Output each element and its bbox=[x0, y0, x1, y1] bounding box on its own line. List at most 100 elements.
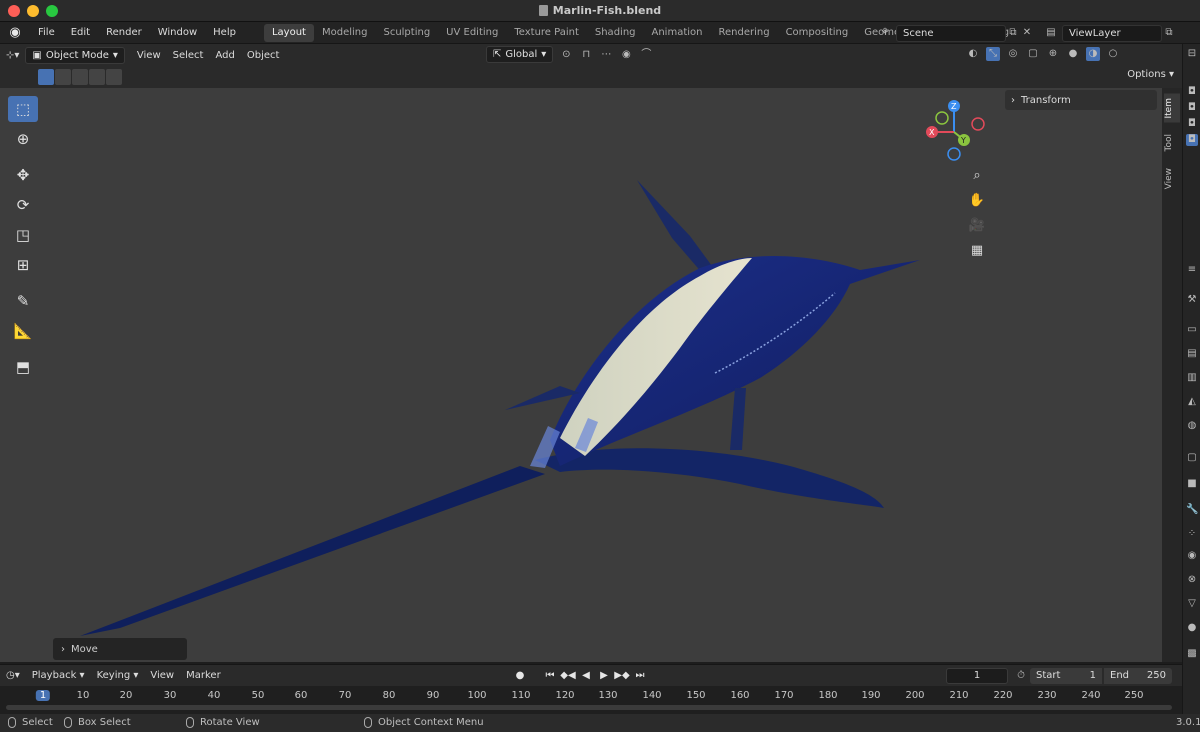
timeline-scrollbar[interactable] bbox=[6, 705, 1172, 710]
proportional-edit-icon[interactable]: ◉ bbox=[619, 48, 633, 62]
menu-keying[interactable]: Keying ▾ bbox=[91, 670, 145, 681]
rotate-tool[interactable]: ⟳ bbox=[8, 192, 38, 218]
timeline-ruler[interactable]: 1 10 20 30 40 50 60 70 80 90 100 110 120… bbox=[0, 686, 1182, 714]
menu-view[interactable]: View bbox=[131, 50, 167, 61]
material-properties-icon[interactable]: ● bbox=[1186, 622, 1198, 634]
particles-properties-icon[interactable]: ⁘ bbox=[1186, 528, 1198, 540]
measure-tool[interactable]: 📐 bbox=[8, 318, 38, 344]
tab-tool[interactable]: Tool bbox=[1164, 130, 1180, 155]
gizmo-toggle-icon[interactable]: ⤡ bbox=[986, 47, 1000, 61]
solid-shading-icon[interactable]: ● bbox=[1066, 47, 1080, 61]
texture-properties-icon[interactable]: ▩ bbox=[1186, 648, 1198, 660]
wireframe-shading-icon[interactable]: ⊕ bbox=[1046, 47, 1060, 61]
menu-object[interactable]: Object bbox=[241, 50, 286, 61]
snap-target-icon[interactable]: ⋯ bbox=[599, 48, 613, 62]
annotate-tool[interactable]: ✎ bbox=[8, 288, 38, 314]
menu-add[interactable]: Add bbox=[209, 50, 240, 61]
scene-name-field[interactable]: Scene bbox=[896, 24, 1006, 42]
tab-shading[interactable]: Shading bbox=[587, 24, 644, 42]
new-scene-icon[interactable]: ⧉ bbox=[1006, 26, 1020, 40]
tab-sculpting[interactable]: Sculpting bbox=[375, 24, 438, 42]
scale-tool[interactable]: ◳ bbox=[8, 222, 38, 248]
3d-viewport[interactable]: ⬚ ⊕ ✥ ⟳ ◳ ⊞ ✎ 📐 ⬒ › Transform Z X Y ⌕ ✋ … bbox=[0, 88, 1162, 662]
camera-view-button[interactable]: 🎥 bbox=[964, 214, 990, 236]
current-frame-field[interactable]: 1 bbox=[946, 668, 1008, 684]
menu-timeline-view[interactable]: View bbox=[144, 670, 180, 681]
data-properties-icon[interactable]: ▽ bbox=[1186, 598, 1198, 610]
tab-item[interactable]: Item bbox=[1164, 94, 1180, 123]
physics-properties-icon[interactable]: ◉ bbox=[1186, 550, 1198, 562]
outliner-icon[interactable]: ⊟ bbox=[1186, 48, 1198, 60]
menu-file[interactable]: File bbox=[30, 27, 63, 38]
menu-marker[interactable]: Marker bbox=[180, 670, 227, 681]
select-new-icon[interactable] bbox=[38, 69, 54, 85]
zoom-window-button[interactable] bbox=[46, 5, 58, 17]
constraints-properties-icon[interactable]: ⊗ bbox=[1186, 574, 1198, 586]
editor-type-icon[interactable]: ⊹▾ bbox=[0, 50, 25, 61]
timeline-tick-current[interactable]: 1 bbox=[35, 690, 51, 701]
camera-restrict-icon[interactable]: ◘ bbox=[1186, 102, 1198, 114]
tab-rendering[interactable]: Rendering bbox=[710, 24, 777, 42]
add-cube-tool[interactable]: ⬒ bbox=[8, 354, 38, 380]
jump-start-icon[interactable]: ⏮ bbox=[542, 669, 558, 683]
properties-toggle-icon[interactable]: ≡ bbox=[1186, 264, 1198, 276]
cursor-tool[interactable]: ⊕ bbox=[8, 126, 38, 152]
camera-restrict-icon[interactable]: ◘ bbox=[1186, 86, 1198, 98]
minimize-window-button[interactable] bbox=[27, 5, 39, 17]
overlay-icon[interactable]: ◎ bbox=[1006, 47, 1020, 61]
camera-restrict-icon[interactable]: ◘ bbox=[1186, 118, 1198, 130]
navigation-gizmo[interactable]: Z X Y bbox=[918, 96, 990, 166]
select-extend-icon[interactable] bbox=[55, 69, 71, 85]
tool-properties-icon[interactable]: ⚒ bbox=[1186, 294, 1198, 306]
modifier-properties-icon[interactable]: 🔧 bbox=[1186, 504, 1198, 516]
prev-keyframe-icon[interactable]: ◆◀ bbox=[560, 669, 576, 683]
jump-end-icon[interactable]: ⏭ bbox=[632, 669, 648, 683]
options-button[interactable]: Options ▾ bbox=[1127, 69, 1174, 80]
scene-properties-icon[interactable]: ◭ bbox=[1186, 396, 1198, 408]
rendered-shading-icon[interactable]: ○ bbox=[1106, 47, 1120, 61]
ortho-toggle-button[interactable]: ▦ bbox=[964, 239, 990, 261]
visibility-icon[interactable]: ◐ bbox=[966, 47, 980, 61]
stopwatch-icon[interactable]: ⏱ bbox=[1014, 669, 1028, 683]
move-tool[interactable]: ✥ bbox=[8, 162, 38, 188]
last-operator-panel[interactable]: › Move bbox=[53, 638, 187, 660]
transform-tool[interactable]: ⊞ bbox=[8, 252, 38, 278]
transform-panel-header[interactable]: › Transform bbox=[1005, 90, 1157, 110]
select-subtract-icon[interactable] bbox=[72, 69, 88, 85]
select-intersect-icon[interactable] bbox=[106, 69, 122, 85]
scene-selector[interactable]: ⚘ Scene ⧉ ✕ bbox=[878, 24, 1036, 42]
camera-restrict-icon[interactable]: ◘ bbox=[1186, 134, 1198, 146]
pan-view-button[interactable]: ✋ bbox=[964, 189, 990, 211]
menu-playback[interactable]: Playback ▾ bbox=[26, 670, 91, 681]
object-properties-icon[interactable]: ■ bbox=[1186, 478, 1198, 490]
falloff-icon[interactable]: ⌒ bbox=[639, 48, 653, 62]
play-reverse-icon[interactable]: ◀ bbox=[578, 669, 594, 683]
menu-edit[interactable]: Edit bbox=[63, 27, 98, 38]
pivot-icon[interactable]: ⊙ bbox=[559, 48, 573, 62]
orientation-dropdown[interactable]: ⇱ Global ▾ bbox=[486, 46, 554, 63]
close-window-button[interactable] bbox=[8, 5, 20, 17]
select-box-tool[interactable]: ⬚ bbox=[8, 96, 38, 122]
delete-scene-icon[interactable]: ✕ bbox=[1020, 26, 1034, 40]
menu-render[interactable]: Render bbox=[98, 27, 150, 38]
menu-select[interactable]: Select bbox=[167, 50, 210, 61]
tab-modeling[interactable]: Modeling bbox=[314, 24, 376, 42]
snap-icon[interactable]: ⊓ bbox=[579, 48, 593, 62]
output-properties-icon[interactable]: ▤ bbox=[1186, 348, 1198, 360]
view-layer-selector[interactable]: ▤ ViewLayer ⧉ bbox=[1044, 24, 1176, 42]
end-frame-field[interactable]: End 250 bbox=[1104, 668, 1172, 684]
timeline-editor-type-icon[interactable]: ◷▾ bbox=[0, 670, 26, 681]
start-frame-field[interactable]: Start 1 bbox=[1030, 668, 1102, 684]
tab-uv-editing[interactable]: UV Editing bbox=[438, 24, 506, 42]
tab-animation[interactable]: Animation bbox=[644, 24, 711, 42]
world-properties-icon[interactable]: ◍ bbox=[1186, 420, 1198, 432]
select-invert-icon[interactable] bbox=[89, 69, 105, 85]
xray-icon[interactable]: ▢ bbox=[1026, 47, 1040, 61]
collection-properties-icon[interactable]: ▢ bbox=[1186, 452, 1198, 464]
menu-help[interactable]: Help bbox=[205, 27, 244, 38]
render-properties-icon[interactable]: ▭ bbox=[1186, 324, 1198, 336]
mode-dropdown[interactable]: ▣ Object Mode ▾ bbox=[25, 46, 125, 64]
tab-compositing[interactable]: Compositing bbox=[778, 24, 857, 42]
play-icon[interactable]: ▶ bbox=[596, 669, 612, 683]
tab-layout[interactable]: Layout bbox=[263, 23, 314, 42]
